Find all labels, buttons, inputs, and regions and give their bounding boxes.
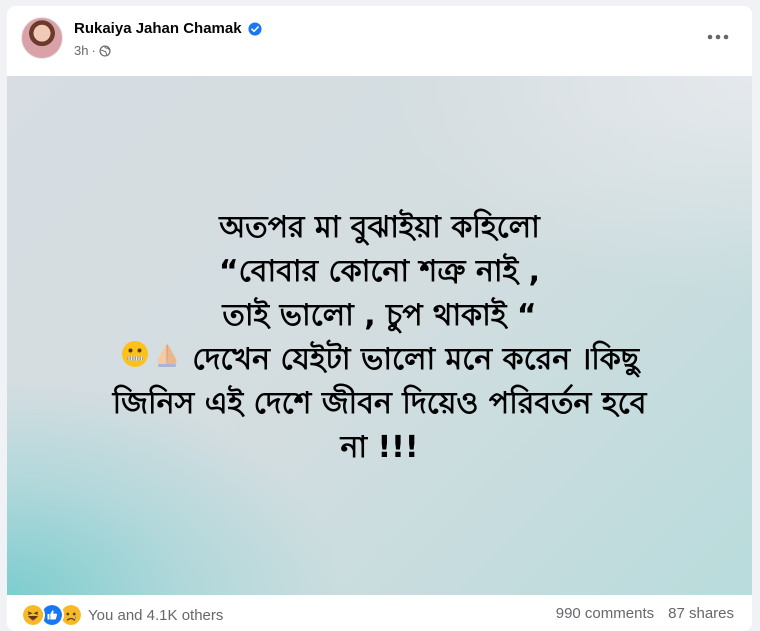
verified-badge-icon [248,21,262,36]
globe-icon[interactable] [99,44,111,57]
status-background: অতপর মা বুঝাইয়া কহিলো “বোবার কোনো শত্রু… [7,76,752,595]
zipper-mouth-face-icon [121,341,148,367]
post-meta: 3h · [74,43,111,58]
reactions-summary[interactable]: You and 4.1K others [21,603,223,627]
status-line-4: দেখেন যেইটা ভালো মনে করেন ।কিছু [27,338,732,382]
status-line-5: জিনিস এই দেশে জীবন দিয়েও পরিবর্তন হবে [112,386,647,421]
status-line-1: অতপর মা বুঝাইয়া কহিলো [219,210,540,245]
status-line-3: তাই ভালো , চুপ থাকাই “ [222,298,537,333]
post-footer: You and 4.1K others 990 comments 87 shar… [7,595,752,631]
more-horizontal-icon [707,34,729,40]
haha-icon [21,603,45,627]
status-text: অতপর মা বুঝাইয়া কহিলো “বোবার কোনো শত্রু… [27,206,732,470]
status-line-4-text: দেখেন যেইটা ভালো মনে করেন ।কিছু [192,342,640,377]
author-row: Rukaiya Jahan Chamak [74,20,262,37]
shares-count[interactable]: 87 shares [668,605,734,622]
engagement-stats: 990 comments 87 shares [556,605,734,622]
reactions-count: You and 4.1K others [88,606,224,624]
status-emojis [120,339,182,369]
reaction-icons [21,603,83,627]
post-timestamp[interactable]: 3h [74,43,88,58]
author-avatar[interactable] [21,17,63,59]
more-options-button[interactable] [700,23,736,51]
meta-separator: · [91,43,96,58]
status-line-6: না !!! [340,430,419,465]
comments-count[interactable]: 990 comments [556,605,654,622]
post-header: Rukaiya Jahan Chamak 3h · [7,6,752,76]
post-card: Rukaiya Jahan Chamak 3h · অতপর মা বুঝাইয [7,6,752,631]
author-name[interactable]: Rukaiya Jahan Chamak [74,20,242,37]
status-line-2: “বোবার কোনো শত্রু নাই , [218,254,541,289]
folded-hands-icon [157,343,177,367]
